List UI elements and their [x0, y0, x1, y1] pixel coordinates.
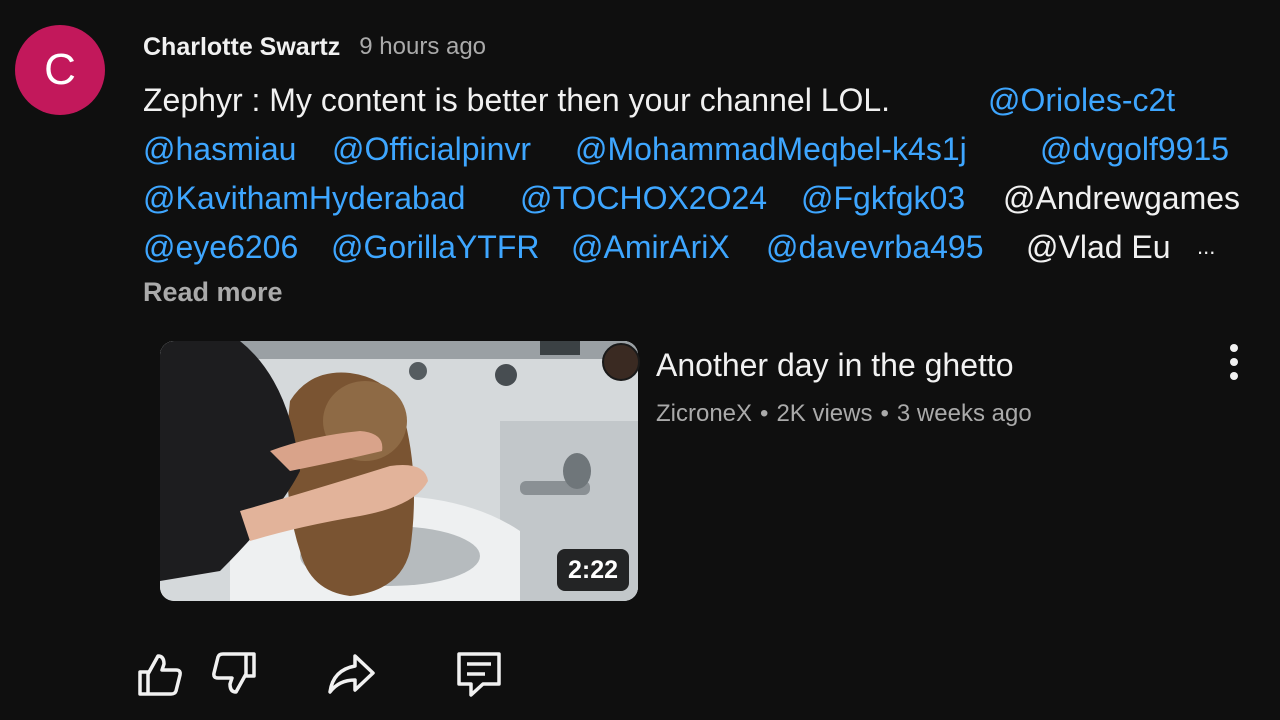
video-channel[interactable]: ZicroneX	[656, 400, 752, 427]
comment-author[interactable]: Charlotte Swartz	[143, 33, 340, 62]
mention-link[interactable]: @eye6206	[143, 227, 298, 267]
avatar[interactable]: C	[15, 25, 105, 115]
mention-link[interactable]: @hasmiau	[143, 129, 296, 169]
video-duration: 2:22	[557, 549, 629, 591]
channel-avatar[interactable]	[602, 343, 640, 381]
comment-text: @Andrewgames	[1003, 180, 1241, 216]
kebab-dot	[1230, 372, 1238, 380]
comment-header: Charlotte Swartz 9 hours ago	[143, 31, 486, 63]
video-title[interactable]: Another day in the ghetto	[656, 347, 1014, 384]
mention-link[interactable]: @dvgolf9915	[1040, 129, 1229, 169]
thumbs-up-icon	[138, 654, 182, 696]
mention-link[interactable]: @MohammadMeqbel-k4s1j	[575, 129, 967, 169]
video-views: 2K views	[776, 400, 873, 427]
more-options-button[interactable]	[1214, 340, 1254, 384]
kebab-dot	[1230, 358, 1238, 366]
comment-time[interactable]: 9 hours ago	[359, 33, 486, 61]
thumbs-down-icon	[212, 652, 256, 694]
dislike-button[interactable]	[208, 648, 260, 700]
reply-button[interactable]	[453, 648, 505, 700]
mention-link[interactable]: @davevrba495	[766, 227, 984, 267]
share-icon	[328, 654, 375, 694]
mention-link[interactable]: @GorillaYTFR	[331, 227, 540, 267]
share-button[interactable]	[325, 648, 377, 700]
mention-link[interactable]: @Officialpinvr	[332, 129, 531, 169]
meta-separator: •	[760, 400, 769, 427]
comment-text: @Vlad Eu	[1026, 229, 1171, 265]
truncation-ellipsis: ...	[1197, 234, 1216, 259]
comment-text: Zephyr : My content is better then your …	[143, 82, 891, 118]
mention-link[interactable]: @Orioles-c2t	[988, 80, 1175, 120]
comment-view: C Charlotte Swartz 9 hours ago Zephyr : …	[0, 0, 1280, 720]
read-more-button[interactable]: Read more	[143, 277, 283, 308]
video-age: 3 weeks ago	[896, 400, 1032, 427]
meta-separator: •	[880, 400, 889, 427]
mention-link[interactable]: @TOCHOX2O24	[520, 178, 767, 218]
like-button[interactable]	[134, 648, 186, 700]
avatar-letter: C	[44, 45, 76, 94]
kebab-dot	[1230, 344, 1238, 352]
mention-link[interactable]: @KavithamHyderabad	[143, 178, 465, 218]
mention-link[interactable]: @Fgkfgk03	[801, 178, 965, 218]
comment-icon	[457, 652, 501, 697]
video-meta: ZicroneX • 2K views • 3 weeks ago	[656, 400, 1032, 428]
mention-link[interactable]: @AmirAriX	[571, 227, 730, 267]
